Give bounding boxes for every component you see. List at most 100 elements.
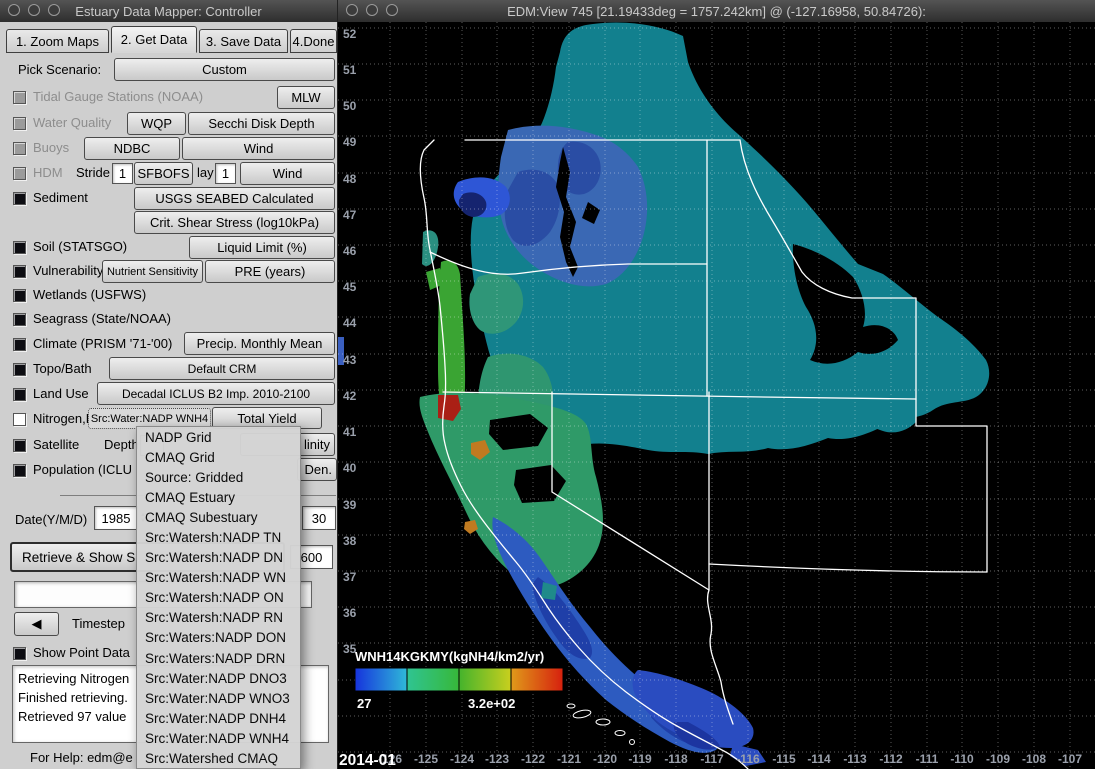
svg-text:36: 36	[343, 606, 357, 620]
population-checkbox[interactable]	[13, 464, 26, 477]
stride-input[interactable]: 1	[112, 163, 133, 184]
tab-get-data[interactable]: 2. Get Data	[111, 26, 197, 53]
tab-done[interactable]: 4.Done	[290, 29, 337, 53]
svg-text:-115: -115	[772, 752, 796, 766]
seagrass-label: Seagrass (State/NOAA)	[33, 311, 171, 326]
menu-item[interactable]: Src:Waters:NADP DON	[137, 628, 300, 648]
menu-item[interactable]: NADP Grid	[137, 427, 300, 447]
menu-item[interactable]: CMAQ Subestuary	[137, 507, 300, 527]
map-window-controls	[346, 4, 398, 16]
menu-item[interactable]: CMAQ Estuary	[137, 487, 300, 507]
ndbc-button[interactable]: NDBC	[84, 137, 180, 160]
menu-item[interactable]: Src:Watersh:NADP WN	[137, 568, 300, 588]
tidal-label: Tidal Gauge Stations (NOAA)	[33, 89, 203, 104]
tidal-checkbox[interactable]	[13, 91, 26, 104]
mlw-button[interactable]: MLW	[277, 86, 335, 109]
timestep-back-button[interactable]: ◀	[14, 612, 59, 636]
svg-text:-119: -119	[628, 752, 652, 766]
tab-save-data[interactable]: 3. Save Data	[199, 29, 288, 53]
close-button[interactable]	[8, 4, 20, 16]
controller-title: Estuary Data Mapper: Controller	[75, 4, 261, 19]
wetlands-label: Wetlands (USFWS)	[33, 287, 146, 302]
minimize-button[interactable]	[28, 4, 40, 16]
svg-text:-108: -108	[1022, 752, 1046, 766]
nitrogen-source-menu: NADP Grid CMAQ Grid Source: Gridded CMAQ…	[136, 426, 301, 769]
menu-item[interactable]: CMAQ Grid	[137, 447, 300, 467]
svg-text:45: 45	[343, 280, 357, 294]
svg-text:-109: -109	[986, 752, 1010, 766]
landuse-checkbox[interactable]	[13, 388, 26, 401]
menu-item[interactable]: Src:Watersh:NADP RN	[137, 608, 300, 628]
menu-item[interactable]: Src:Watershed CMAQ	[137, 749, 300, 769]
default-crm-button[interactable]: Default CRM	[109, 357, 335, 380]
seagrass-checkbox[interactable]	[13, 313, 26, 326]
menu-item[interactable]: Src:Watersh:NADP DN	[137, 548, 300, 568]
hdm-checkbox[interactable]	[13, 167, 26, 180]
wqp-button[interactable]: WQP	[127, 112, 186, 135]
menu-item[interactable]: Src:Water:NADP DNH4	[137, 708, 300, 728]
population-button-partial[interactable]: Den.	[297, 458, 337, 481]
satellite-checkbox[interactable]	[13, 439, 26, 452]
precip-button[interactable]: Precip. Monthly Mean	[184, 332, 335, 355]
menu-item[interactable]: Src:Water:NADP DNO3	[137, 668, 300, 688]
topo-label: Topo/Bath	[33, 361, 92, 376]
map-date-label: 2014-01	[339, 752, 396, 769]
population-label: Population (ICLU	[33, 462, 132, 477]
depth-label: Depth	[104, 437, 139, 452]
seabed-button[interactable]: USGS SEABED Calculated	[134, 187, 335, 210]
soil-checkbox[interactable]	[13, 241, 26, 254]
climate-checkbox[interactable]	[13, 338, 26, 351]
water-quality-checkbox[interactable]	[13, 117, 26, 130]
shear-stress-button[interactable]: Crit. Shear Stress (log10kPa)	[134, 211, 335, 234]
date-year-input[interactable]: 1985	[94, 506, 138, 530]
map-title: EDM:View 745 [21.19433deg = 1757.242km] …	[507, 4, 926, 19]
menu-item[interactable]: Src:Watersh:NADP ON	[137, 588, 300, 608]
sfbofs-button[interactable]: SFBOFS	[134, 162, 193, 185]
svg-text:-107: -107	[1058, 752, 1082, 766]
menu-item[interactable]: Source: Gridded	[137, 467, 300, 487]
zoom-icon[interactable]	[386, 4, 398, 16]
svg-text:-123: -123	[485, 752, 509, 766]
topo-checkbox[interactable]	[13, 363, 26, 376]
show-point-checkbox[interactable]	[13, 647, 26, 660]
svg-text:46: 46	[343, 244, 357, 258]
satellite-label: Satellite	[33, 437, 79, 452]
climate-label: Climate (PRISM '71-'00)	[33, 336, 172, 351]
svg-text:-111: -111	[916, 752, 939, 766]
minimize-icon[interactable]	[366, 4, 378, 16]
svg-text:37: 37	[343, 570, 357, 584]
legend-title: WNH14KGKMY(kgNH4/km2/yr)	[355, 649, 544, 664]
sediment-checkbox[interactable]	[13, 192, 26, 205]
hdm-wind-button[interactable]: Wind	[240, 162, 335, 185]
date-label: Date(Y/M/D)	[15, 512, 87, 527]
map-canvas[interactable]: 52 51 50 49 48 47 46 45 44 43 42 41 40 3…	[338, 22, 1095, 769]
iclus-button[interactable]: Decadal ICLUS B2 Imp. 2010-2100	[97, 382, 335, 405]
buoys-wind-button[interactable]: Wind	[182, 137, 335, 160]
wetlands-checkbox[interactable]	[13, 289, 26, 302]
nitrogen-checkbox[interactable]	[13, 413, 26, 426]
vulnerability-checkbox[interactable]	[13, 265, 26, 278]
menu-item[interactable]: Src:Watersh:NADP TN	[137, 527, 300, 547]
secchi-button[interactable]: Secchi Disk Depth	[188, 112, 335, 135]
window-controls	[8, 4, 60, 16]
buoys-checkbox[interactable]	[13, 142, 26, 155]
lay-input[interactable]: 1	[215, 163, 236, 184]
date-day-input[interactable]: 30	[302, 506, 336, 530]
hdm-label: HDM	[33, 165, 63, 180]
pick-scenario-label: Pick Scenario:	[18, 62, 101, 77]
liquid-limit-button[interactable]: Liquid Limit (%)	[189, 236, 335, 259]
pre-years-button[interactable]: PRE (years)	[205, 260, 335, 283]
menu-item[interactable]: Src:Water:NADP WNO3	[137, 688, 300, 708]
menu-item[interactable]: Src:Waters:NADP DRN	[137, 648, 300, 668]
svg-text:-112: -112	[879, 752, 903, 766]
map-titlebar: EDM:View 745 [21.19433deg = 1757.242km] …	[338, 0, 1095, 23]
close-icon[interactable]	[346, 4, 358, 16]
menu-item[interactable]: Src:Water:NADP WNH4	[137, 728, 300, 748]
tab-zoom-maps[interactable]: 1. Zoom Maps	[6, 29, 109, 53]
legend-colorbar-cell	[355, 668, 407, 691]
scenario-button[interactable]: Custom	[114, 58, 335, 81]
nitrogen-label: Nitrogen,P	[33, 411, 94, 426]
zoom-button[interactable]	[48, 4, 60, 16]
nutrient-sensitivity-button[interactable]: Nutrient Sensitivity	[102, 260, 203, 283]
buoys-label: Buoys	[33, 140, 69, 155]
